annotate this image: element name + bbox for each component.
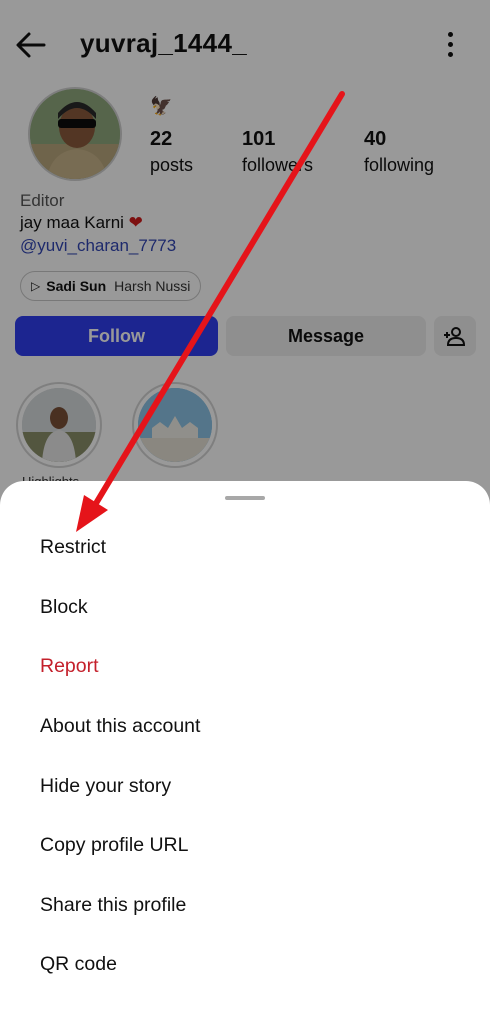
menu-item-copy-url[interactable]: Copy profile URL — [0, 816, 490, 876]
menu-item-share-profile[interactable]: Share this profile — [0, 876, 490, 936]
menu-item-block[interactable]: Block — [0, 578, 490, 638]
menu-item-report[interactable]: Report — [0, 637, 490, 697]
options-menu: Restrict Block Report About this account… — [0, 518, 490, 995]
menu-item-qr-code[interactable]: QR code — [0, 935, 490, 995]
profile-options-sheet: Restrict Block Report About this account… — [0, 481, 490, 1024]
menu-item-about-account[interactable]: About this account — [0, 697, 490, 757]
sheet-drag-handle[interactable] — [225, 496, 265, 500]
menu-item-restrict[interactable]: Restrict — [0, 518, 490, 578]
menu-item-hide-story[interactable]: Hide your story — [0, 756, 490, 816]
